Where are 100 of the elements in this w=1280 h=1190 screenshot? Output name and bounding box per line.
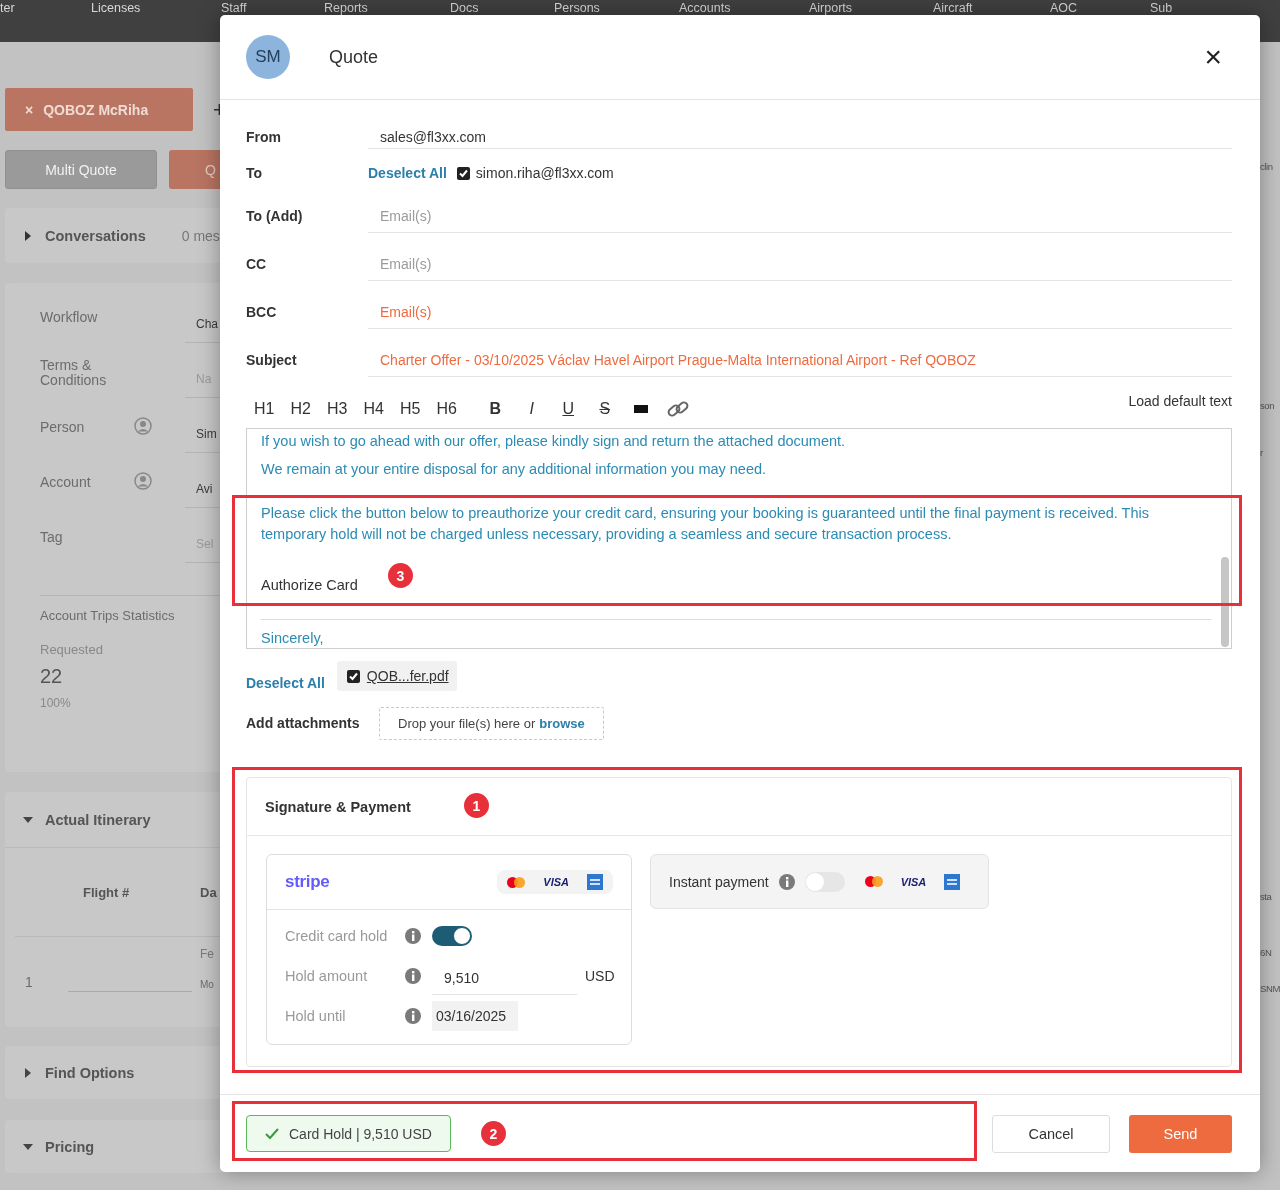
amex-icon [587,874,603,890]
avatar: SM [246,35,290,79]
close-button[interactable]: × [1204,42,1222,72]
nav-link[interactable]: Docs [450,1,479,15]
field-label: BCC [246,304,278,320]
load-default-text-link[interactable]: Load default text [1128,393,1232,409]
paragraph: Sincerely, [261,629,325,648]
stat-percent: 100% [40,696,71,710]
field-label: To [246,165,264,181]
nav-link[interactable]: AOC [1050,1,1078,15]
editor-field[interactable] [246,428,1232,649]
visa-logo: VISA [900,875,927,888]
checkbox[interactable] [456,166,470,180]
stripe-logo: stripe [285,872,330,892]
person-icon [134,417,152,435]
column-header: Flight # [83,884,131,900]
attachment-chip[interactable]: QOB...fer.pdf [336,661,457,691]
deselect-all-link[interactable]: Deselect All [368,165,447,181]
nav-link[interactable]: ter [0,1,15,15]
text-fragment: 6N [1260,947,1272,958]
currency-label: USD [585,968,615,984]
person-icon [134,472,152,490]
field-label: From [246,129,282,145]
nav-link[interactable]: Airports [809,1,853,15]
text-fragment: son [1260,400,1275,411]
file-link[interactable]: QOB...fer.pdf [366,668,449,684]
paragraph: Please click the button below to preauthorize your credit card, ensuring your booking is guaranteed until the final payment is received. This temporary hold will not be charged unless necessary, providing a seamless and secure transaction process. [261,504,1150,544]
table-cell-text: Fe [200,947,215,961]
amount-field[interactable]: 9,510 [432,961,577,995]
email-field[interactable]: Email(s) [368,247,1232,281]
field-label: Hold until [285,1008,347,1024]
paragraph: If you wish to go ahead with our offer, please kindly sign and return the attached document. [261,432,847,451]
field-label: Account [40,475,92,490]
section-title: Actual Itinerary [45,811,151,828]
heading-button[interactable]: H6 [428,397,465,421]
column-header: Da [200,884,218,900]
toggle-switch[interactable] [432,926,472,946]
nav-link[interactable]: Licenses [91,1,141,15]
text-fragment: r [1260,447,1263,458]
checkbox[interactable] [346,669,360,683]
strikethrough-button[interactable]: S [586,397,623,421]
heading-button[interactable]: H4 [355,397,392,421]
heading-button[interactable]: H1 [246,397,283,421]
check-icon [265,1127,279,1140]
nav-link[interactable]: Reports [324,1,368,15]
field-label: To (Add) [246,208,304,224]
field-label: CC [246,256,268,272]
mastercard-icon [507,876,526,888]
block-icon[interactable] [634,405,649,413]
field-label: Terms & Conditions [40,357,108,388]
nav-link[interactable]: Sub [1150,1,1173,15]
deselect-all-link[interactable]: Deselect All [246,675,325,691]
nav-link[interactable]: Persons [554,1,600,15]
field-label: Hold amount [285,968,369,984]
heading-button[interactable]: H2 [282,397,319,421]
toggle-switch[interactable] [804,871,845,892]
text-fragment: clin [1260,161,1273,172]
field-label: Person [40,420,86,435]
message-count: 0 mes [181,227,220,244]
field-label: Tag [40,530,64,545]
field-label: Credit card hold [285,928,389,944]
italic-button[interactable]: I [513,397,550,421]
underline-button[interactable]: U [550,397,587,421]
scrollbar[interactable] [1221,557,1229,647]
card-hold-button[interactable]: Card Hold | 9,510 USD [246,1115,451,1152]
date-field[interactable]: 03/16/2025 [432,1001,518,1031]
bold-button[interactable]: B [477,397,514,421]
info-icon [405,928,421,944]
field-label: Workflow [40,310,99,325]
field-label: Subject [246,352,298,368]
info-icon [778,873,795,890]
heading-button[interactable]: H5 [392,397,429,421]
section-title: Signature & Payment [265,798,411,815]
info-icon [405,1008,421,1024]
nav-link[interactable]: Accounts [679,1,731,15]
stat-label: Requested [40,642,103,657]
drop-zone[interactable]: Drop your file(s) here or browse [379,706,604,740]
cancel-button[interactable]: Cancel [992,1114,1110,1153]
info-icon [405,968,421,984]
heading-button[interactable]: H3 [319,397,356,421]
section-title: Find Options [45,1064,135,1081]
text-fragment: sta [1260,891,1272,902]
email-field[interactable]: Email(s) [368,295,1232,329]
field-label: Add attachments [246,715,361,731]
authorize-card-text: Authorize Card [261,576,358,595]
link-icon[interactable] [665,399,690,419]
paragraph: We remain at your entire disposal for any additional information you may need. [261,460,768,479]
stats-title: Account Trips Statistics [40,608,175,623]
nav-link[interactable]: Aircraft [933,1,973,15]
stat-value: 22 [40,665,63,687]
recipient-email: simon.riha@fl3xx.com [475,165,614,181]
mastercard-icon [864,876,883,887]
text-fragment: SNM [1260,983,1280,994]
field-label: Instant payment [669,873,769,890]
email-field[interactable]: Email(s) [368,199,1232,233]
visa-logo: VISA [543,876,569,888]
section-title: Pricing [45,1138,95,1155]
dialog-title: Quote [329,46,379,68]
nav-link[interactable]: Staff [221,1,247,15]
from-field[interactable]: sales@fl3xx.com [368,125,1232,149]
